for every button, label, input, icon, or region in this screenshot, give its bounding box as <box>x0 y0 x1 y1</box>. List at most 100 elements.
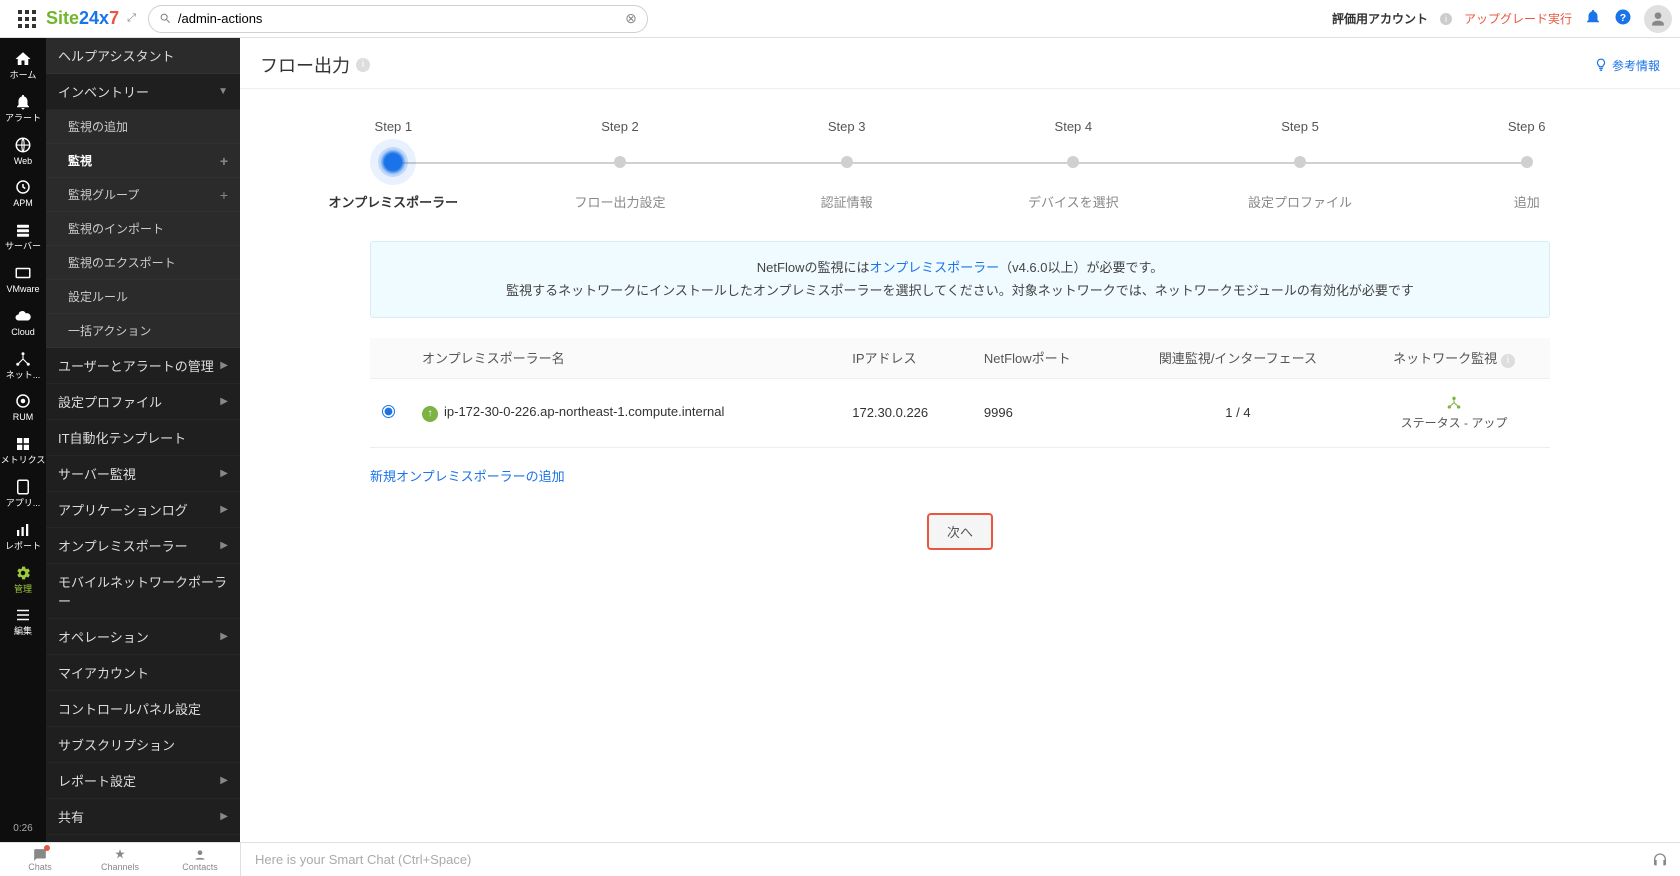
chevron-right-icon: ▶ <box>220 540 228 551</box>
menu-config-profile[interactable]: 設定プロファイル▶ <box>46 384 240 420</box>
rail-web[interactable]: Web <box>0 130 46 173</box>
menu-export[interactable]: 監視のエクスポート <box>46 246 240 280</box>
chevron-right-icon: ▶ <box>220 775 228 786</box>
menu-mobile-poller[interactable]: モバイルネットワークポーラー <box>46 564 240 619</box>
svg-text:?: ? <box>1620 12 1626 24</box>
account-info-icon[interactable]: i <box>1440 13 1452 25</box>
col-ip: IPアドレス <box>840 338 972 379</box>
poller-name: ip-172-30-0-226.ap-northeast-1.compute.i… <box>444 404 724 419</box>
headset-icon[interactable] <box>1652 852 1668 868</box>
reference-link[interactable]: 参考情報 <box>1594 57 1660 74</box>
search-box[interactable]: ⊗ <box>148 5 648 33</box>
chevron-down-icon: ▼ <box>218 86 228 97</box>
site24x7-logo: Site24x7 <box>46 8 119 29</box>
chevron-right-icon: ▶ <box>220 396 228 407</box>
menu-subscription[interactable]: サブスクリプション <box>46 727 240 763</box>
menu-monitor-group[interactable]: 監視グループ+ <box>46 178 240 212</box>
step-4[interactable]: Step 4 デバイスを選択 <box>960 119 1187 211</box>
chevron-right-icon: ▶ <box>220 631 228 642</box>
poller-radio[interactable] <box>382 405 395 418</box>
clear-search-icon[interactable]: ⊗ <box>625 10 637 27</box>
user-avatar[interactable] <box>1644 5 1672 33</box>
wizard-stepper: Step 1 オンプレミスポーラー Step 2 フロー出力設定 Step 3 … <box>240 89 1680 231</box>
col-port: NetFlowポート <box>972 338 1118 379</box>
icon-rail: ホーム アラート Web APM サーバー VMware Cloud ネット..… <box>0 38 46 842</box>
page-title: フロー出力 <box>260 52 350 78</box>
menu-share[interactable]: 共有▶ <box>46 799 240 835</box>
account-label: 評価用アカウント <box>1332 10 1428 27</box>
onprem-poller-link[interactable]: オンプレミスポーラー <box>869 260 999 275</box>
menu-app-log[interactable]: アプリケーションログ▶ <box>46 492 240 528</box>
chevron-right-icon: ▶ <box>220 360 228 371</box>
menu-operation[interactable]: オペレーション▶ <box>46 619 240 655</box>
menu-help-assistant[interactable]: ヘルプアシスタント <box>46 38 240 74</box>
lightbulb-icon <box>1594 58 1608 72</box>
rail-report[interactable]: レポート <box>0 515 46 558</box>
info-banner: NetFlowの監視にはオンプレミスポーラー（v4.6.0以上）が必要です。 監… <box>370 241 1550 318</box>
rail-metrics[interactable]: メトリクス <box>0 429 46 472</box>
side-menu: ヘルプアシスタント インベントリー▼ 監視の追加 監視+ 監視グループ+ 監視の… <box>46 38 240 842</box>
step-2[interactable]: Step 2 フロー出力設定 <box>507 119 734 211</box>
info-icon[interactable]: i <box>1501 354 1515 368</box>
table-row[interactable]: ↑ ip-172-30-0-226.ap-northeast-1.compute.… <box>370 378 1550 447</box>
rail-app[interactable]: アプリ... <box>0 472 46 515</box>
bottom-chats[interactable]: Chats <box>0 843 80 876</box>
network-status: ステータス - アップ <box>1370 414 1538 431</box>
plus-icon[interactable]: + <box>220 153 228 169</box>
menu-inventory[interactable]: インベントリー▼ <box>46 74 240 110</box>
rail-admin[interactable]: 管理 <box>0 558 46 601</box>
rail-home[interactable]: ホーム <box>0 44 46 87</box>
smart-chat-input[interactable]: Here is your Smart Chat (Ctrl+Space) <box>240 843 1640 876</box>
search-input[interactable] <box>178 11 625 26</box>
add-poller-link[interactable]: 新規オンプレミスポーラーの追加 <box>370 466 565 485</box>
step-6[interactable]: Step 6 追加 <box>1413 119 1640 211</box>
rail-alert[interactable]: アラート <box>0 87 46 130</box>
menu-import[interactable]: 監視のインポート <box>46 212 240 246</box>
menu-my-account[interactable]: マイアカウント <box>46 655 240 691</box>
rail-cloud[interactable]: Cloud <box>0 301 46 344</box>
chevron-right-icon: ▶ <box>220 468 228 479</box>
menu-report-settings[interactable]: レポート設定▶ <box>46 763 240 799</box>
poller-port: 9996 <box>972 378 1118 447</box>
next-button[interactable]: 次へ <box>927 513 993 550</box>
menu-server-monitor[interactable]: サーバー監視▶ <box>46 456 240 492</box>
menu-developer[interactable]: 開発者▶ <box>46 835 240 842</box>
rail-network[interactable]: ネット... <box>0 344 46 387</box>
poller-table: オンプレミスポーラー名 IPアドレス NetFlowポート 関連監視/インターフ… <box>370 338 1550 448</box>
announcement-icon[interactable] <box>1584 8 1602 29</box>
menu-it-automation[interactable]: IT自動化テンプレート <box>46 420 240 456</box>
poller-ip: 172.30.0.226 <box>840 378 972 447</box>
poller-related: 1 / 4 <box>1118 378 1358 447</box>
rail-edit[interactable]: 編集 <box>0 600 46 643</box>
bottom-contacts[interactable]: Contacts <box>160 843 240 876</box>
bottom-channels[interactable]: Channels <box>80 843 160 876</box>
menu-onprem-poller[interactable]: オンプレミスポーラー▶ <box>46 528 240 564</box>
chevron-right-icon: ▶ <box>220 811 228 822</box>
search-icon <box>159 12 172 25</box>
step-5[interactable]: Step 5 設定プロファイル <box>1187 119 1414 211</box>
menu-monitor[interactable]: 監視+ <box>46 144 240 178</box>
plus-icon[interactable]: + <box>220 187 228 203</box>
rail-apm[interactable]: APM <box>0 172 46 215</box>
col-poller-name: オンプレミスポーラー名 <box>410 338 840 379</box>
step-3[interactable]: Step 3 認証情報 <box>733 119 960 211</box>
menu-config-rule[interactable]: 設定ルール <box>46 280 240 314</box>
menu-add-monitor[interactable]: 監視の追加 <box>46 110 240 144</box>
rail-server[interactable]: サーバー <box>0 215 46 258</box>
info-icon[interactable]: i <box>356 58 370 72</box>
menu-user-alert[interactable]: ユーザーとアラートの管理▶ <box>46 348 240 384</box>
help-icon[interactable]: ? <box>1614 8 1632 29</box>
col-network: ネットワーク監視 i <box>1358 338 1550 379</box>
menu-control-panel[interactable]: コントロールパネル設定 <box>46 691 240 727</box>
menu-bulk-action[interactable]: 一括アクション <box>46 314 240 348</box>
network-icon <box>1370 395 1538 414</box>
chevron-right-icon: ▶ <box>220 504 228 515</box>
apps-grid-icon[interactable] <box>18 10 36 28</box>
rail-vmware[interactable]: VMware <box>0 258 46 301</box>
status-up-icon: ↑ <box>422 406 438 422</box>
rail-rum[interactable]: RUM <box>0 386 46 429</box>
step-1[interactable]: Step 1 オンプレミスポーラー <box>280 119 507 211</box>
expand-icon[interactable]: ⤢ <box>127 12 136 25</box>
col-related: 関連監視/インターフェース <box>1118 338 1358 379</box>
upgrade-link[interactable]: アップグレード実行 <box>1464 10 1572 27</box>
